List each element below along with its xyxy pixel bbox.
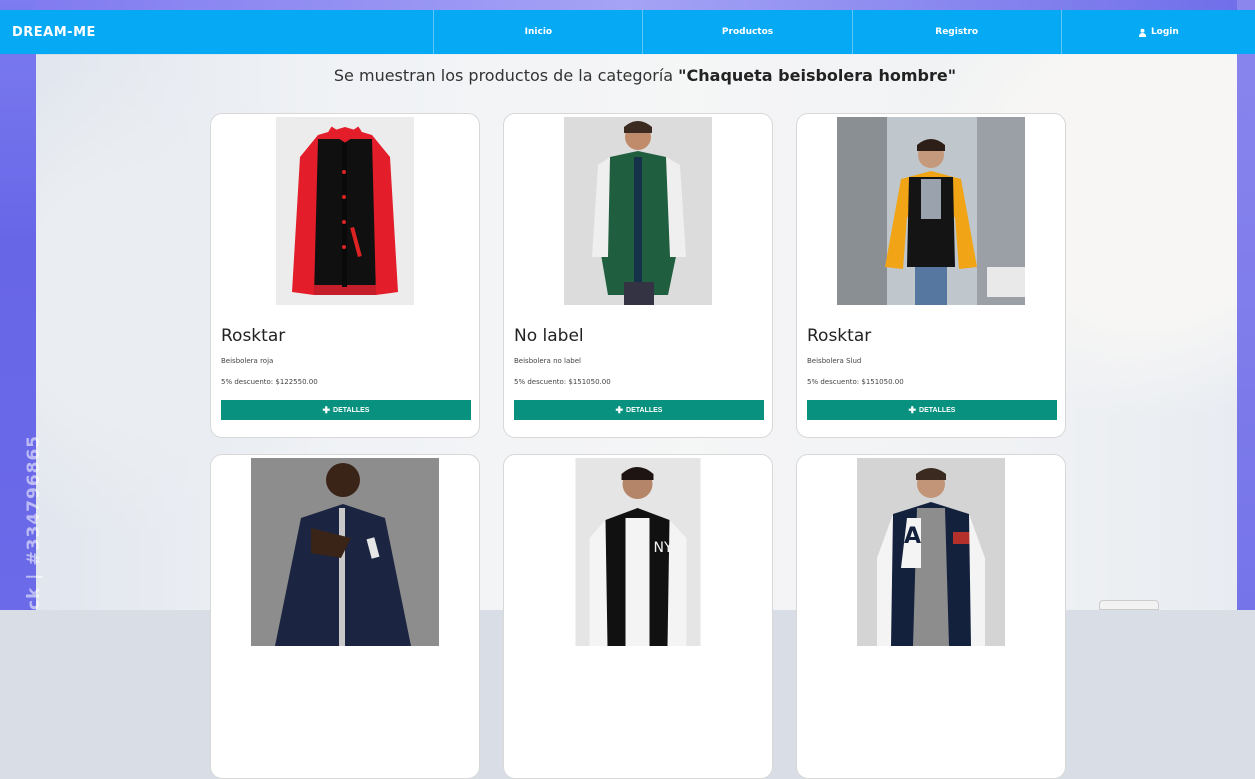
- details-button-label: DETALLES: [333, 406, 370, 414]
- login-label: Login: [1150, 27, 1179, 37]
- product-description: Beisbolera Slud: [807, 357, 862, 365]
- product-description: Beisbolera no label: [514, 357, 581, 365]
- details-button[interactable]: ✚ DETALLES: [514, 400, 764, 420]
- corner-widget[interactable]: [1099, 600, 1159, 610]
- product-brand: No label: [514, 326, 584, 346]
- product-brand: Rosktar: [807, 326, 872, 346]
- details-button[interactable]: ✚ DETALLES: [807, 400, 1057, 420]
- product-image[interactable]: [837, 117, 1025, 305]
- product-card: A: [796, 454, 1066, 779]
- details-button[interactable]: ✚ DETALLES: [221, 400, 471, 420]
- plus-icon: ✚: [908, 404, 917, 415]
- product-card: [210, 454, 480, 779]
- top-navbar: DREAM-ME Inicio Productos Registro Login: [0, 10, 1255, 54]
- nav-inicio[interactable]: Inicio: [433, 10, 642, 54]
- details-button-label: DETALLES: [626, 406, 663, 414]
- nav-login[interactable]: Login: [1060, 10, 1255, 54]
- page-title: Se muestran los productos de la categorí…: [0, 66, 1255, 85]
- product-discount: 5% descuento: $151050.00: [807, 378, 904, 386]
- product-brand: Rosktar: [221, 326, 286, 346]
- nav-registro[interactable]: Registro: [851, 10, 1061, 54]
- product-card: NY: [503, 454, 773, 779]
- details-button-label: DETALLES: [919, 406, 956, 414]
- product-image[interactable]: [564, 117, 712, 305]
- watermark: ck | #334796865: [24, 434, 44, 610]
- product-card: No label Beisbolera no label 5% descuent…: [503, 113, 773, 438]
- title-prefix: Se muestran los productos de la categorí…: [333, 66, 679, 85]
- brand-logo[interactable]: DREAM-ME: [0, 10, 433, 54]
- nav-productos[interactable]: Productos: [642, 10, 851, 54]
- user-icon: [1138, 28, 1147, 37]
- plus-icon: ✚: [322, 404, 331, 415]
- product-image[interactable]: A: [857, 458, 1005, 646]
- top-strip: [0, 0, 1255, 10]
- product-discount: 5% descuento: $151050.00: [514, 378, 611, 386]
- product-grid: Rosktar Beisbolera roja 5% descuento: $1…: [210, 113, 1070, 779]
- product-description: Beisbolera roja: [221, 357, 274, 365]
- product-discount: 5% descuento: $122550.00: [221, 378, 318, 386]
- product-card: Rosktar Beisbolera roja 5% descuento: $1…: [210, 113, 480, 438]
- plus-icon: ✚: [615, 404, 624, 415]
- svg-text:A: A: [904, 524, 921, 549]
- right-strip: [1237, 0, 1255, 610]
- product-image[interactable]: [251, 458, 439, 646]
- product-image[interactable]: NY: [575, 458, 701, 646]
- product-image[interactable]: [276, 117, 414, 305]
- category-name: "Chaqueta beisbolera hombre": [678, 66, 957, 85]
- product-card: Rosktar Beisbolera Slud 5% descuento: $1…: [796, 113, 1066, 438]
- svg-text:NY: NY: [654, 540, 673, 556]
